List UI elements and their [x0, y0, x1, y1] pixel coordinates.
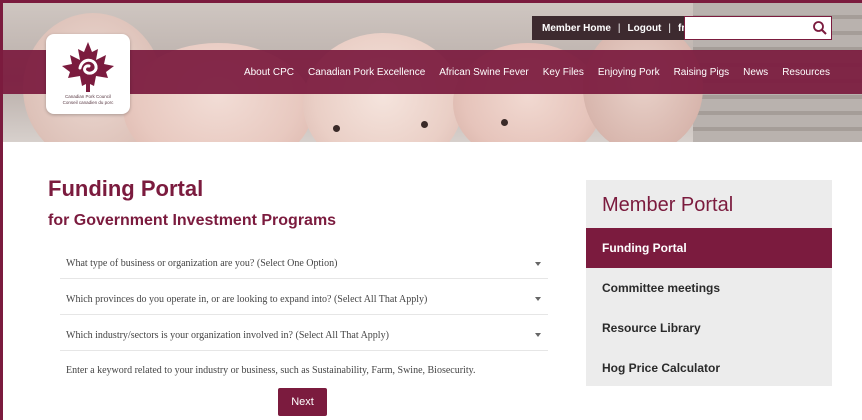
member-home-link[interactable]: Member Home — [542, 23, 611, 34]
sidebar-item-label: Committee meetings — [602, 281, 721, 295]
divider — [60, 314, 548, 315]
separator: | — [617, 22, 621, 34]
chevron-down-icon[interactable] — [535, 297, 541, 301]
nav-item-enjoying-pork[interactable]: Enjoying Pork — [598, 67, 660, 78]
main-nav: About CPC Canadian Pork Excellence Afric… — [3, 50, 862, 94]
utility-bar: Member Home | Logout | fr — [532, 16, 832, 40]
maple-leaf-icon — [62, 42, 114, 92]
sidebar-item-resource-library[interactable]: Resource Library — [586, 308, 832, 348]
search-input[interactable] — [684, 16, 832, 40]
question-provinces-select[interactable]: Which provinces do you operate in, or ar… — [66, 294, 427, 305]
page-subtitle: for Government Investment Programs — [48, 212, 337, 229]
hero-image-detail — [421, 121, 428, 128]
chevron-down-icon[interactable] — [535, 333, 541, 337]
member-portal-panel: Member Portal Funding Portal Committee m… — [586, 180, 832, 386]
nav-item-raising-pigs[interactable]: Raising Pigs — [674, 67, 730, 78]
logo-text: Canadian Pork Council Conseil canadien d… — [50, 94, 126, 105]
question-industry-select[interactable]: Which industry/sectors is your organizat… — [66, 330, 389, 341]
search-icon[interactable] — [812, 20, 828, 36]
keyword-input[interactable]: Enter a keyword related to your industry… — [66, 365, 475, 376]
hero-image-detail — [333, 125, 340, 132]
separator: | — [668, 22, 671, 34]
hero-image-detail — [501, 119, 508, 126]
sidebar-item-committee-meetings[interactable]: Committee meetings — [586, 268, 832, 308]
logout-link[interactable]: Logout — [628, 23, 662, 34]
logo-text-fr: Conseil canadien du porc — [62, 99, 114, 105]
divider — [60, 350, 548, 351]
chevron-down-icon[interactable] — [535, 262, 541, 266]
nav-item-african-swine-fever[interactable]: African Swine Fever — [439, 67, 528, 78]
nav-item-key-files[interactable]: Key Files — [543, 67, 584, 78]
panel-title: Member Portal — [602, 194, 734, 216]
question-business-type-select[interactable]: What type of business or organization ar… — [66, 258, 337, 269]
cpc-logo[interactable]: Canadian Pork Council Conseil canadien d… — [46, 34, 130, 114]
sidebar-item-funding-portal[interactable]: Funding Portal — [586, 228, 832, 268]
sidebar-item-label: Resource Library — [602, 321, 701, 335]
sidebar-item-hog-price-calculator[interactable]: Hog Price Calculator — [586, 348, 832, 388]
divider — [60, 278, 548, 279]
nav-item-about-cpc[interactable]: About CPC — [244, 67, 294, 78]
sidebar-item-label: Hog Price Calculator — [602, 361, 721, 375]
page-title: Funding Portal — [48, 176, 204, 201]
next-button[interactable]: Next — [278, 388, 327, 416]
nav-item-canadian-pork-excellence[interactable]: Canadian Pork Excellence — [308, 67, 425, 78]
utility-links: Member Home | Logout | fr — [532, 16, 696, 40]
sidebar-item-label: Funding Portal — [602, 241, 687, 255]
main-nav-items: About CPC Canadian Pork Excellence Afric… — [244, 50, 830, 94]
nav-item-resources[interactable]: Resources — [782, 67, 830, 78]
nav-item-news[interactable]: News — [743, 67, 768, 78]
